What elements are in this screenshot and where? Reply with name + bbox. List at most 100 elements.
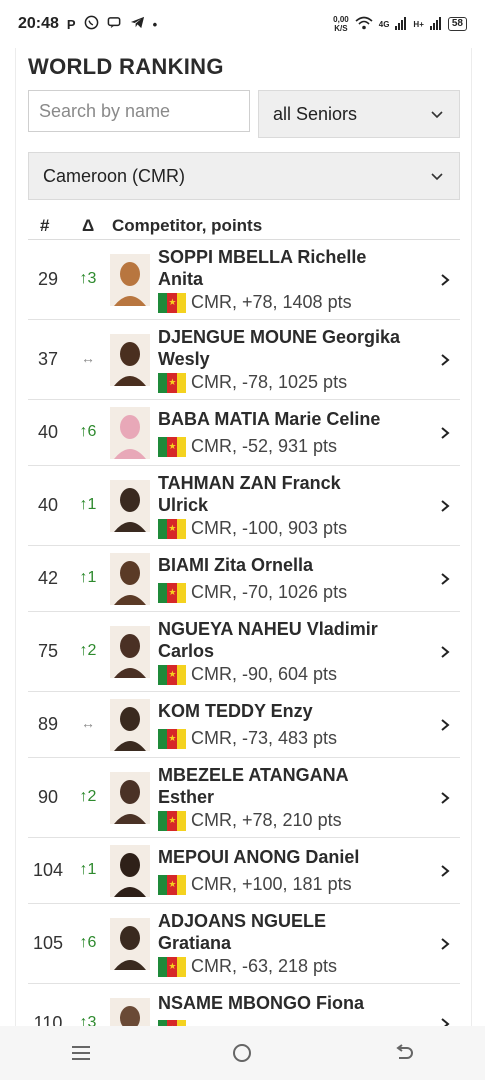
competitor-photo xyxy=(110,918,150,970)
competitor-name-line-1: NSAME MBONGO Fiona xyxy=(158,993,364,1013)
chevron-right-icon xyxy=(441,354,450,366)
network-h-label: H+ xyxy=(413,19,424,29)
rank-value: 110 xyxy=(33,1013,63,1026)
competitor-name: ADJOANS NGUELE Gratiana xyxy=(158,910,420,954)
ranking-row[interactable]: 75 ↑2 NGUEYA NAHEU Vladimir Carlos CMR, … xyxy=(28,612,460,692)
back-button[interactable] xyxy=(384,1033,424,1073)
ranking-row[interactable]: 40 ↑6 BABA MATIA Marie Celine CMR, -52, … xyxy=(28,400,460,466)
rank-value: 90 xyxy=(37,787,59,807)
ranking-row[interactable]: 110 ↑3 NSAME MBONGO Fiona xyxy=(28,984,460,1026)
cameroon-flag-icon xyxy=(158,810,186,831)
home-button[interactable] xyxy=(222,1033,262,1073)
competitor-name: KOM TEDDY Enzy xyxy=(158,700,420,722)
country-select[interactable]: Cameroon (CMR) xyxy=(28,152,460,200)
cameroon-flag-icon xyxy=(158,292,186,313)
competitor-name: TAHMAN ZAN Franck Ulrick xyxy=(158,472,420,516)
ranking-row[interactable]: 89 ↔ KOM TEDDY Enzy CMR, -73, 483 pts xyxy=(28,692,460,758)
competitor-name-line-1: SOPPI MBELLA Richelle xyxy=(158,247,367,267)
avatar-icon xyxy=(110,480,150,532)
ranking-row[interactable]: 42 ↑1 BIAMI Zita Ornella CMR, -70, 1026 … xyxy=(28,546,460,612)
recent-apps-button[interactable] xyxy=(61,1033,101,1073)
rank-value: 104 xyxy=(32,860,64,880)
competitor-photo xyxy=(110,626,150,678)
whatsapp-icon xyxy=(84,15,99,34)
cameroon-flag-icon xyxy=(158,664,186,685)
competitor-stats: CMR, -90, 604 pts xyxy=(191,664,338,684)
competitor-name-line-1: MBEZELE ATANGANA xyxy=(158,765,349,785)
status-bar: 20:48 P • 0,00 K/S 4G H+ 58 xyxy=(0,0,485,48)
competitor-stats: CMR, -63, 218 pts xyxy=(191,956,338,976)
menu-icon xyxy=(71,1046,90,1060)
competitor-photo xyxy=(110,699,150,751)
chevron-right-icon xyxy=(441,792,450,804)
competitor-stats: CMR, +78, 210 pts xyxy=(191,810,342,830)
competitor-photo xyxy=(110,845,150,897)
competitor-name-line-2: Wesly xyxy=(158,349,210,369)
competitor-name: BIAMI Zita Ornella xyxy=(158,554,420,576)
avatar-icon xyxy=(110,845,150,897)
competitor-name-line-1: NGUEYA NAHEU Vladimir xyxy=(158,619,378,639)
cameroon-flag-icon xyxy=(158,728,186,749)
avatar-icon xyxy=(110,254,150,306)
rank-value: 40 xyxy=(37,495,59,515)
rank-value: 37 xyxy=(37,349,59,369)
ranking-row[interactable]: 104 ↑1 MEPOUI ANONG Daniel CMR, +100, 18… xyxy=(28,838,460,904)
competitor-name-line-1: MEPOUI ANONG Daniel xyxy=(158,847,360,867)
delta-value: ↑1 xyxy=(79,496,97,513)
avatar-icon xyxy=(110,998,150,1026)
chevron-right-icon xyxy=(441,1018,450,1026)
delta-value: ↑3 xyxy=(79,270,97,287)
competitor-name: BABA MATIA Marie Celine xyxy=(158,408,420,430)
p-indicator-icon: P xyxy=(66,16,76,32)
ranking-row[interactable]: 90 ↑2 MBEZELE ATANGANA Esther CMR, +78, … xyxy=(28,758,460,838)
ranking-row[interactable]: 37 ↔ DJENGUE MOUNE Georgika Wesly CMR, -… xyxy=(28,320,460,400)
status-left: 20:48 P • xyxy=(18,15,157,34)
ranking-row[interactable]: 105 ↑6 ADJOANS NGUELE Gratiana CMR, -63,… xyxy=(28,904,460,984)
avatar-icon xyxy=(110,699,150,751)
ranking-row[interactable]: 40 ↑1 TAHMAN ZAN Franck Ulrick CMR, -100… xyxy=(28,466,460,546)
cameroon-flag-icon xyxy=(158,372,186,393)
competitor-name: SOPPI MBELLA Richelle Anita xyxy=(158,246,420,290)
competitor-photo xyxy=(110,254,150,306)
category-select-value: all Seniors xyxy=(273,103,358,124)
system-nav-bar xyxy=(0,1026,485,1080)
competitor-name: MEPOUI ANONG Daniel xyxy=(158,846,420,868)
competitor-name-line-2: Anita xyxy=(158,269,203,289)
header-delta: Δ xyxy=(82,216,95,235)
avatar-icon xyxy=(110,407,150,459)
competitor-name-line-2: Gratiana xyxy=(158,933,232,953)
chevron-right-icon xyxy=(441,938,450,950)
delta-value: ↑3 xyxy=(79,1014,97,1026)
competitor-stats: CMR, +100, 181 pts xyxy=(191,874,352,894)
chevron-right-icon xyxy=(441,646,450,658)
ranking-row[interactable]: 29 ↑3 SOPPI MBELLA Richelle Anita CMR, +… xyxy=(28,240,460,320)
delta-value: ↑1 xyxy=(79,569,97,586)
chevron-right-icon xyxy=(441,573,450,585)
cameroon-flag-icon xyxy=(158,956,186,977)
competitor-meta: CMR, +100, 181 pts xyxy=(158,874,352,895)
wifi-icon xyxy=(355,16,373,33)
speed-readout: 0,00 K/S xyxy=(333,15,349,33)
competitor-stats: CMR, -78, 1025 pts xyxy=(191,372,348,392)
competitor-name-line-1: DJENGUE MOUNE Georgika xyxy=(158,327,401,347)
cameroon-flag-icon xyxy=(158,518,186,539)
rank-value: 75 xyxy=(37,641,59,661)
search-input[interactable] xyxy=(28,90,250,132)
cameroon-flag-icon xyxy=(158,582,186,603)
ranking-page: WORLD RANKING all Seniors Cameroon (CMR)… xyxy=(15,48,472,1026)
rank-value: 105 xyxy=(32,933,64,953)
competitor-photo xyxy=(110,998,150,1026)
competitor-stats: CMR, +78, 1408 pts xyxy=(191,292,352,312)
competitor-meta: CMR, -52, 931 pts xyxy=(158,436,337,457)
category-select[interactable]: all Seniors xyxy=(258,90,460,138)
avatar-icon xyxy=(110,772,150,824)
competitor-name-line-1: ADJOANS NGUELE xyxy=(158,911,327,931)
status-time: 20:48 xyxy=(18,15,59,32)
delta-value: ↑6 xyxy=(79,423,97,440)
header-competitor: Competitor, points xyxy=(112,216,263,235)
competitor-meta: CMR, -78, 1025 pts xyxy=(158,372,347,393)
competitor-name-line-1: KOM TEDDY Enzy xyxy=(158,701,313,721)
competitor-photo xyxy=(110,334,150,386)
competitor-photo xyxy=(110,772,150,824)
chevron-down-icon xyxy=(431,111,443,119)
